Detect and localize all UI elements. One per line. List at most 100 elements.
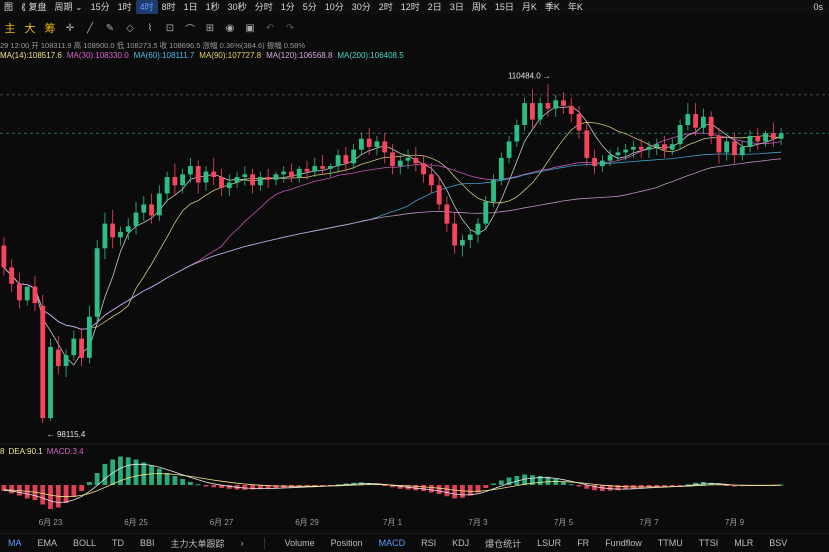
candle-body xyxy=(739,146,745,156)
main-indicator-tab[interactable]: › xyxy=(233,538,252,548)
candle-body xyxy=(17,283,22,301)
divider xyxy=(263,537,265,549)
main-indicator-tab[interactable]: TD xyxy=(104,538,132,548)
candle-body xyxy=(498,157,504,180)
candle-body xyxy=(638,146,644,150)
sub-indicator-tab[interactable]: TTMU xyxy=(650,538,691,548)
sub-indicator-tab[interactable]: 爆仓统计 xyxy=(477,537,529,550)
candle-body xyxy=(79,338,85,358)
candle-body xyxy=(289,171,294,178)
candle-body xyxy=(747,135,753,147)
sub-indicator-tab[interactable]: MLR xyxy=(726,538,761,548)
candle-body xyxy=(40,305,46,419)
candle-body xyxy=(366,138,372,147)
sub-indicator-tab[interactable]: Volume xyxy=(277,538,323,548)
macd-bar xyxy=(149,465,154,485)
candle-body xyxy=(413,157,419,164)
candle-body xyxy=(172,177,178,186)
candle-body xyxy=(716,135,722,153)
macd-bar xyxy=(467,485,473,496)
sub-indicator-tab[interactable]: LSUR xyxy=(529,538,569,548)
candle-body xyxy=(304,168,310,172)
macd-bar xyxy=(102,464,108,485)
candle-body xyxy=(724,141,730,153)
macd-bar xyxy=(203,485,209,487)
candle-body xyxy=(211,171,217,178)
candle-body xyxy=(55,349,61,367)
macd-bar xyxy=(188,482,193,485)
candle-body xyxy=(763,133,768,142)
sub-indicator-tab[interactable]: FR xyxy=(569,538,597,548)
candle-body xyxy=(219,177,224,188)
sub-indicator-tab[interactable]: BSV xyxy=(761,538,795,548)
candle-body xyxy=(405,157,411,161)
candle-body xyxy=(195,166,201,183)
main-indicator-tab[interactable]: BOLL xyxy=(65,538,104,548)
low-price-label: ← 98115.4 xyxy=(47,430,86,439)
candle-body xyxy=(110,223,116,238)
candle-body xyxy=(545,103,551,109)
candle-body xyxy=(607,155,613,161)
candle-body xyxy=(654,144,660,147)
high-price-label: 110484.0 → xyxy=(508,71,551,80)
candle-body xyxy=(755,135,761,142)
candle-body xyxy=(708,116,714,136)
candle-body xyxy=(1,245,7,268)
macd-bar xyxy=(86,482,92,485)
candle-body xyxy=(529,103,535,120)
candle-body xyxy=(506,141,512,158)
candle-body xyxy=(428,174,434,186)
macd-bar xyxy=(421,485,426,491)
candle-body xyxy=(273,174,279,180)
candle-body xyxy=(568,105,574,115)
candle-body xyxy=(732,141,737,156)
candle-body xyxy=(584,130,590,158)
candle-body xyxy=(242,174,248,178)
candle-body xyxy=(180,174,186,186)
candle-body xyxy=(149,204,154,216)
candle-body xyxy=(312,166,318,172)
macd-bar xyxy=(164,473,170,485)
candle-body xyxy=(576,114,582,131)
main-indicator-tab[interactable]: MA xyxy=(0,538,30,548)
macd-bar xyxy=(125,457,131,485)
x-axis-date: 6月 23 xyxy=(39,518,63,527)
candle-body xyxy=(677,125,683,145)
candle-body xyxy=(226,182,232,188)
candle-body xyxy=(483,201,489,224)
sub-indicator-tab[interactable]: TTSI xyxy=(691,538,727,548)
x-axis-date: 7月 7 xyxy=(639,518,659,527)
macd-bar xyxy=(211,485,217,488)
sub-indicator-tab[interactable]: Position xyxy=(323,538,371,548)
sub-indicator-tab[interactable]: RSI xyxy=(413,538,444,548)
candle-body xyxy=(615,152,621,156)
candle-body xyxy=(631,146,636,150)
price-chart[interactable]: 110484.0 → ← 98115.4 6月 23 6月 25 6月 27 6月 29 7… xyxy=(0,0,829,533)
macd-bar xyxy=(576,485,582,487)
candle-body xyxy=(669,144,675,150)
sub-indicator-tab[interactable]: MACD xyxy=(371,538,414,548)
macd-bar xyxy=(94,473,100,485)
macd-bar xyxy=(553,479,559,485)
main-indicator-tab[interactable]: EMA xyxy=(30,538,66,548)
candle-body xyxy=(700,116,706,128)
main-indicator-tab[interactable]: 主力大单跟踪 xyxy=(163,537,233,550)
main-indicator-tab[interactable]: BBI xyxy=(132,538,163,548)
x-axis-date: 6月 29 xyxy=(295,518,319,527)
sub-indicator-tab[interactable]: Fundflow xyxy=(597,538,650,548)
candle-body xyxy=(296,168,302,178)
candle-body xyxy=(374,141,380,147)
candle-body xyxy=(599,160,605,167)
candle-body xyxy=(467,234,473,241)
candle-body xyxy=(452,223,458,246)
candle-body xyxy=(444,204,450,224)
macd-bar xyxy=(63,485,69,503)
candle-body xyxy=(460,240,465,246)
candle-body xyxy=(335,155,341,167)
candle-body xyxy=(125,226,131,232)
indicator-bar: MA EMA BOLL TD BBI 主力大单跟踪 › Volume Position MACD R… xyxy=(0,533,829,552)
candle-body xyxy=(343,155,349,164)
sub-indicator-tab[interactable]: KDJ xyxy=(444,538,477,548)
macd-bar xyxy=(498,480,504,485)
x-axis-date: 7月 9 xyxy=(725,518,745,527)
